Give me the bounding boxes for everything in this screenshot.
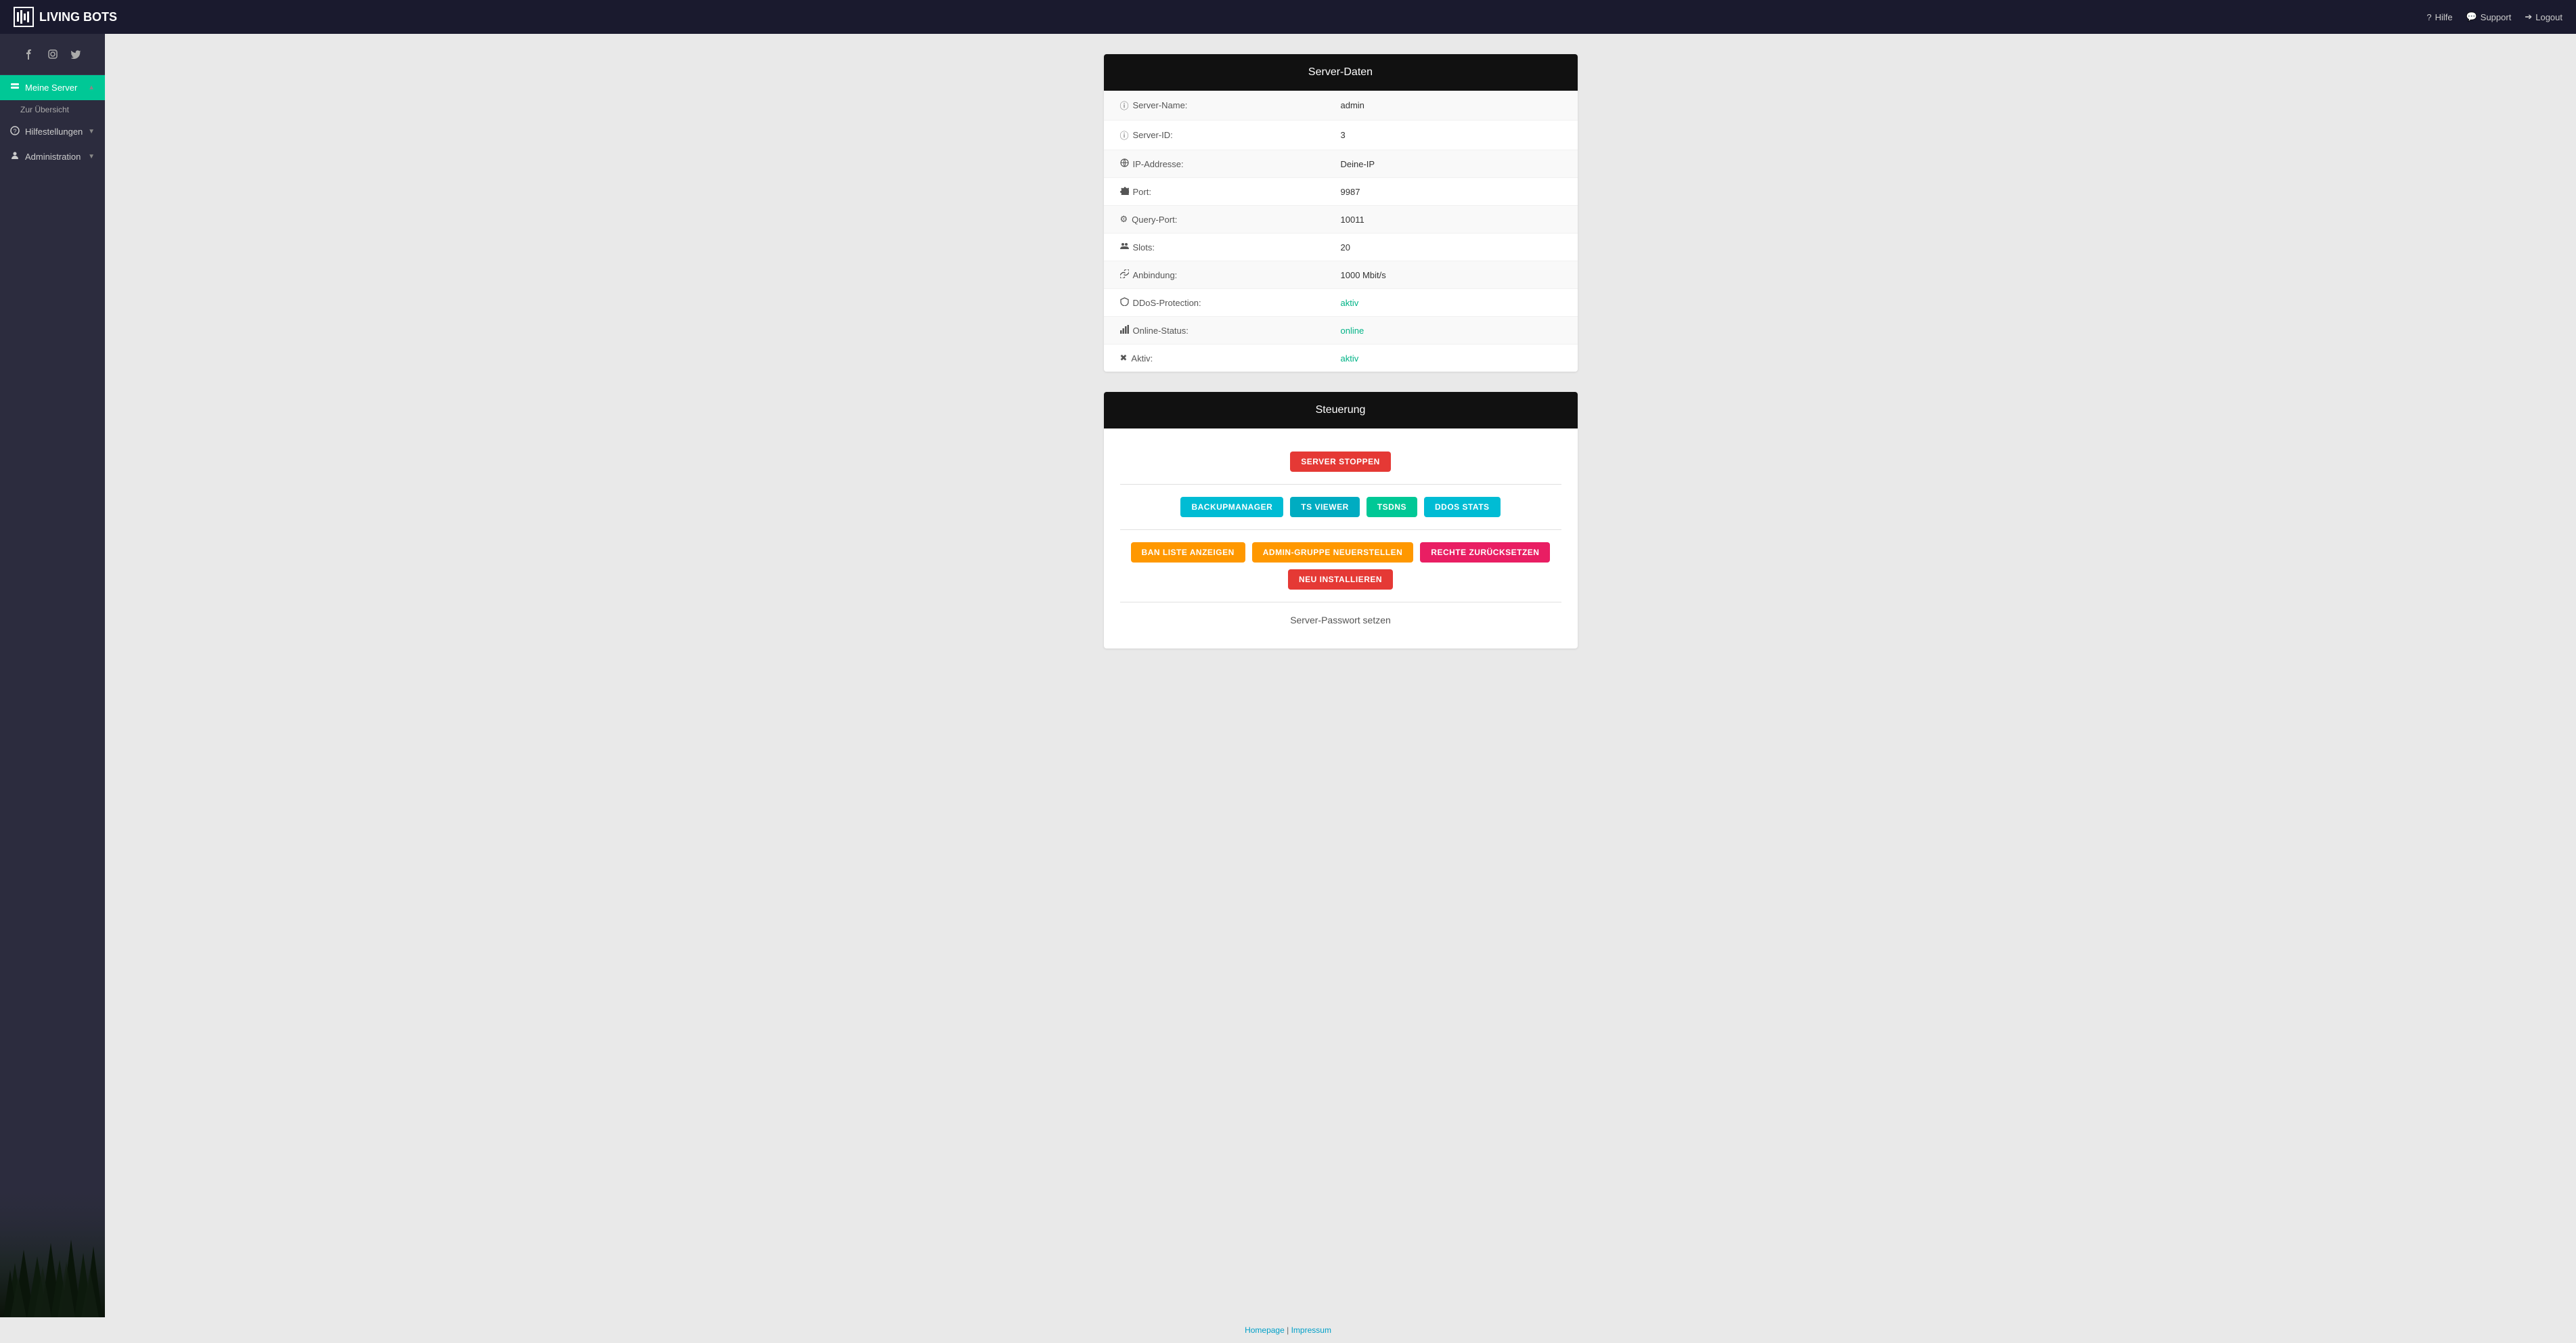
- row-anbindung: Anbindung: 1000 Mbit/s: [1104, 261, 1578, 289]
- cog-icon: ✖: [1120, 353, 1128, 364]
- facebook-icon[interactable]: [22, 47, 36, 61]
- row-aktiv: ✖ Aktiv: aktiv: [1104, 345, 1578, 372]
- label-ddos: DDoS-Protection:: [1120, 297, 1341, 308]
- help-icon: ?: [2426, 12, 2431, 22]
- label-server-id: ⓘ Server-ID:: [1120, 129, 1341, 141]
- server-daten-body: ⓘ Server-Name: admin ⓘ Server-ID: 3: [1104, 91, 1578, 372]
- value-server-name: admin: [1341, 100, 1561, 110]
- footer-separator: |: [1287, 1325, 1289, 1335]
- value-aktiv: aktiv: [1341, 353, 1561, 364]
- signal-icon: [1120, 325, 1129, 336]
- forest-silhouette: [0, 1182, 105, 1317]
- topbar-right: ? Hilfe 💬 Support ➔ Logout: [2426, 12, 2562, 22]
- label-online-status: Online-Status:: [1120, 325, 1341, 336]
- divider-2: [1120, 529, 1561, 530]
- neu-installieren-button[interactable]: NEU INSTALLIEREN: [1288, 569, 1393, 590]
- divider-1: [1120, 484, 1561, 485]
- label-slots: Slots:: [1120, 242, 1341, 252]
- tool-buttons-row: BACKUPMANAGER TS VIEWER TSDNS DDOS STATS: [1120, 497, 1561, 517]
- help-circle-icon: ?: [10, 126, 20, 137]
- server-daten-header: Server-Daten: [1104, 54, 1578, 91]
- label-port: Port:: [1120, 186, 1341, 197]
- logo-icon: [14, 7, 34, 27]
- link-icon: [1120, 269, 1129, 280]
- row-query-port: ⚙ Query-Port: 10011: [1104, 206, 1578, 234]
- footer-homepage-link[interactable]: Homepage: [1245, 1325, 1285, 1335]
- value-port: 9987: [1341, 187, 1561, 197]
- chevron-up-icon: ▲: [88, 84, 95, 91]
- sidebar-nav: Meine Server ▲ Zur Übersicht ? Hilfestel…: [0, 75, 105, 169]
- logo-text: LIVING BOTS: [39, 10, 117, 24]
- help-link[interactable]: ? Hilfe: [2426, 12, 2452, 22]
- social-links: [0, 34, 105, 75]
- footer-impressum-link[interactable]: Impressum: [1291, 1325, 1331, 1335]
- value-query-port: 10011: [1341, 215, 1561, 225]
- users-icon: [1120, 242, 1129, 252]
- row-ddos: DDoS-Protection: aktiv: [1104, 289, 1578, 317]
- main-content: Server-Daten ⓘ Server-Name: admin ⓘ Serv…: [105, 34, 2576, 1317]
- row-server-id: ⓘ Server-ID: 3: [1104, 120, 1578, 150]
- chevron-down-icon: ▼: [88, 128, 95, 135]
- row-slots: Slots: 20: [1104, 234, 1578, 261]
- chevron-down-icon-admin: ▼: [88, 153, 95, 160]
- ts-viewer-button[interactable]: TS VIEWER: [1290, 497, 1360, 517]
- settings-icon-1: [1120, 186, 1129, 197]
- server-stoppen-button[interactable]: SERVER STOPPEN: [1290, 452, 1391, 472]
- row-online-status: Online-Status: online: [1104, 317, 1578, 345]
- server-icon: [10, 82, 20, 93]
- settings-icon-2: ⚙: [1120, 214, 1128, 225]
- label-anbindung: Anbindung:: [1120, 269, 1341, 280]
- admin-icon: [10, 151, 20, 162]
- value-online-status: online: [1341, 326, 1561, 336]
- twitter-icon[interactable]: [70, 47, 83, 61]
- row-server-name: ⓘ Server-Name: admin: [1104, 91, 1578, 120]
- value-server-id: 3: [1341, 130, 1561, 140]
- sidebar-item-administration-label: Administration: [25, 152, 81, 162]
- sidebar: Meine Server ▲ Zur Übersicht ? Hilfestel…: [0, 34, 105, 1317]
- sidebar-item-meine-server[interactable]: Meine Server ▲: [0, 75, 105, 100]
- steuerung-header: Steuerung: [1104, 392, 1578, 428]
- label-ip: IP-Addresse:: [1120, 158, 1341, 169]
- support-link[interactable]: 💬 Support: [2466, 12, 2512, 22]
- sidebar-item-hilfestellungen-label: Hilfestellungen: [25, 127, 83, 137]
- info-icon-2: ⓘ: [1120, 129, 1129, 141]
- steuerung-body: SERVER STOPPEN BACKUPMANAGER TS VIEWER T…: [1104, 428, 1578, 648]
- backupmanager-button[interactable]: BACKUPMANAGER: [1180, 497, 1283, 517]
- svg-text:?: ?: [13, 128, 16, 135]
- footer: Homepage | Impressum: [0, 1317, 2576, 1343]
- ban-liste-button[interactable]: BAN LISTE ANZEIGEN: [1131, 542, 1245, 563]
- sidebar-sub-item-zur-ubersicht[interactable]: Zur Übersicht: [0, 100, 105, 119]
- sidebar-item-label: Meine Server: [25, 83, 77, 93]
- value-ddos: aktiv: [1341, 298, 1561, 308]
- sidebar-item-administration[interactable]: Administration ▼: [0, 144, 105, 169]
- rechte-zuruck-button[interactable]: RECHTE ZURÜCKSETZEN: [1420, 542, 1550, 563]
- label-query-port: ⚙ Query-Port:: [1120, 214, 1341, 225]
- row-port: Port: 9987: [1104, 178, 1578, 206]
- network-icon: [1120, 158, 1129, 169]
- value-anbindung: 1000 Mbit/s: [1341, 270, 1561, 280]
- logo: LIVING BOTS: [14, 7, 117, 27]
- value-ip: Deine-IP: [1341, 159, 1561, 169]
- stop-button-row: SERVER STOPPEN: [1120, 452, 1561, 472]
- tsdns-button[interactable]: TSDNS: [1367, 497, 1417, 517]
- label-aktiv: ✖ Aktiv:: [1120, 353, 1341, 364]
- logout-link[interactable]: ➔ Logout: [2525, 12, 2562, 22]
- layout: Meine Server ▲ Zur Übersicht ? Hilfestel…: [0, 34, 2576, 1317]
- support-icon: 💬: [2466, 12, 2477, 22]
- info-icon-1: ⓘ: [1120, 99, 1129, 112]
- shield-icon: [1120, 297, 1129, 308]
- label-server-name: ⓘ Server-Name:: [1120, 99, 1341, 112]
- topbar: LIVING BOTS ? Hilfe 💬 Support ➔ Logout: [0, 0, 2576, 34]
- sidebar-item-hilfestellungen[interactable]: ? Hilfestellungen ▼: [0, 119, 105, 144]
- password-section-title: Server-Passwort setzen: [1120, 615, 1561, 625]
- instagram-icon[interactable]: [46, 47, 60, 61]
- admin-gruppe-button[interactable]: ADMIN-GRUPPE NEUERSTELLEN: [1252, 542, 1414, 563]
- row-ip: IP-Addresse: Deine-IP: [1104, 150, 1578, 178]
- value-slots: 20: [1341, 242, 1561, 252]
- steuerung-card: Steuerung SERVER STOPPEN BACKUPMANAGER T…: [1104, 392, 1578, 648]
- logout-icon: ➔: [2525, 12, 2532, 22]
- server-daten-card: Server-Daten ⓘ Server-Name: admin ⓘ Serv…: [1104, 54, 1578, 372]
- action-buttons-row: BAN LISTE ANZEIGEN ADMIN-GRUPPE NEUERSTE…: [1120, 542, 1561, 590]
- ddos-stats-button[interactable]: DDOS STATS: [1424, 497, 1501, 517]
